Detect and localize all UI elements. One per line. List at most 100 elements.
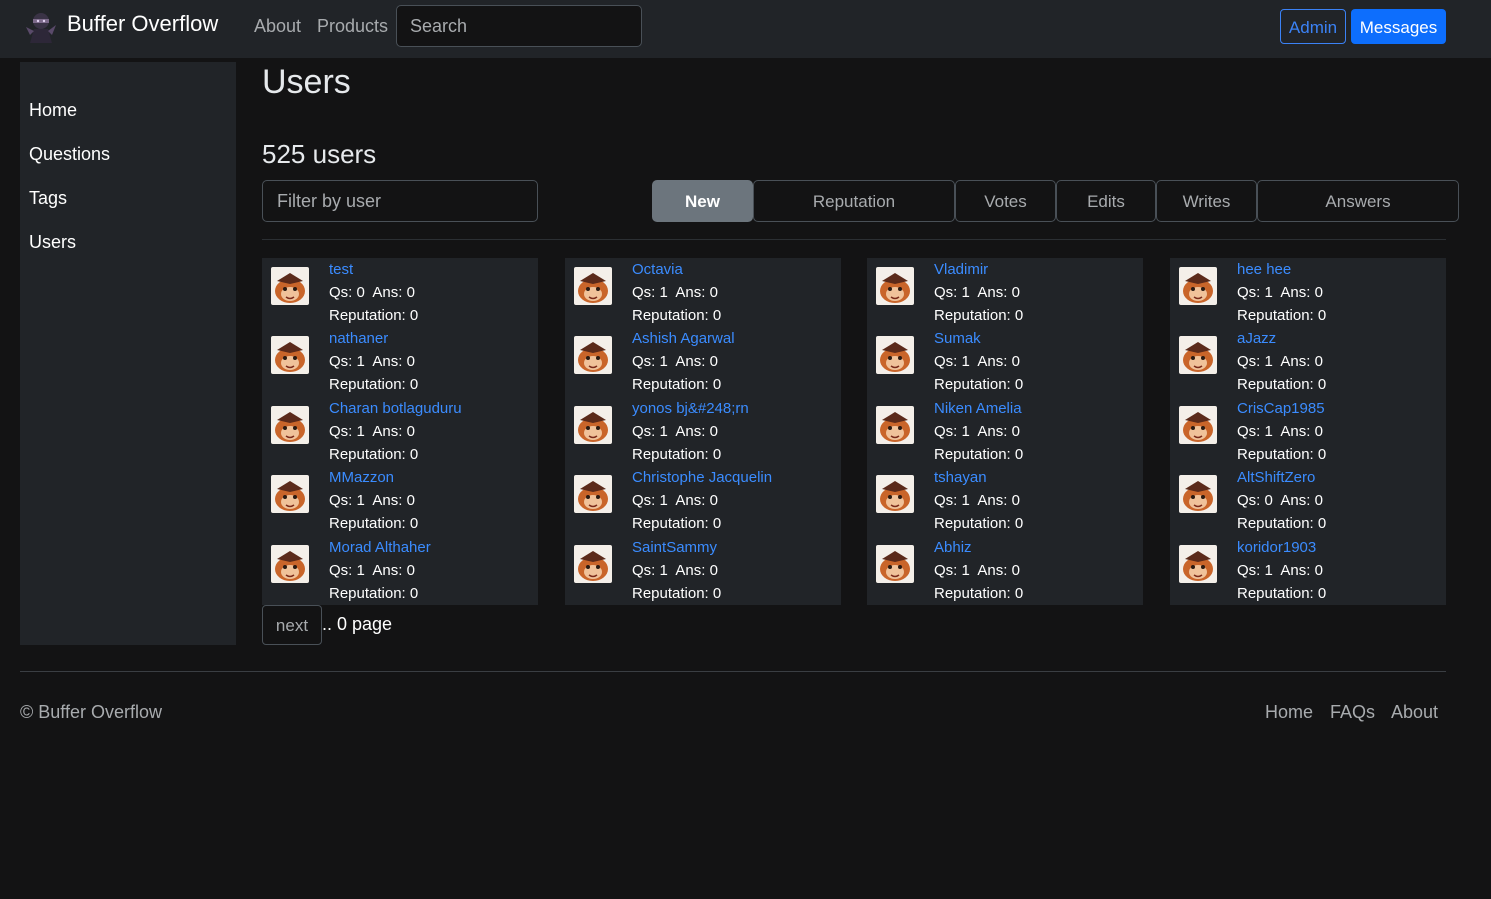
ans-label: Ans: — [977, 353, 1008, 371]
tab-answers[interactable]: Answers — [1257, 180, 1459, 222]
next-page-button[interactable]: next — [262, 605, 322, 645]
user-avatar-icon[interactable] — [876, 336, 914, 375]
user-avatar-icon[interactable] — [574, 475, 612, 514]
ans-value: 0 — [709, 353, 718, 371]
rep-value: 0 — [1014, 307, 1024, 324]
tab-reputation[interactable]: Reputation — [753, 180, 955, 222]
rep-value: 0 — [1014, 445, 1024, 463]
user-name-link[interactable]: Morad Althaher — [329, 539, 431, 556]
qs-value: 0 — [1264, 492, 1273, 510]
ans-label: Ans: — [1280, 561, 1311, 579]
brand-name[interactable]: Buffer Overflow — [67, 11, 218, 37]
user-avatar-icon[interactable] — [271, 475, 309, 514]
tab-edits[interactable]: Edits — [1056, 180, 1156, 222]
user-avatar-icon[interactable] — [876, 405, 914, 444]
user-avatar-icon[interactable] — [574, 405, 612, 444]
user-avatar-icon[interactable] — [574, 544, 612, 583]
user-name-link[interactable]: AltShiftZero — [1237, 469, 1315, 486]
user-name-link[interactable]: nathaner — [329, 330, 388, 347]
user-name-link[interactable]: hee hee — [1237, 261, 1291, 278]
user-card: SaintSammy Qs: 1 Ans: 0 Reputation: 0 — [565, 536, 841, 605]
user-avatar-icon[interactable] — [876, 544, 914, 583]
user-avatar-icon[interactable] — [1179, 405, 1217, 444]
user-name-link[interactable]: yonos bj&#248;rn — [632, 400, 749, 417]
ans-value: 0 — [1314, 284, 1323, 301]
qs-label: Qs: — [329, 284, 353, 301]
tab-writes[interactable]: Writes — [1156, 180, 1257, 222]
rep-label: Reputation: — [934, 376, 1011, 394]
ans-label: Ans: — [675, 492, 706, 510]
user-name-link[interactable]: Vladimir — [934, 261, 988, 278]
rep-label: Reputation: — [632, 307, 709, 324]
qs-value: 1 — [659, 353, 668, 371]
ans-value: 0 — [1314, 353, 1323, 371]
nav-about-link[interactable]: About — [254, 16, 301, 37]
admin-button[interactable]: Admin — [1280, 9, 1346, 44]
user-name-link[interactable]: aJazz — [1237, 330, 1276, 347]
user-name-link[interactable]: Charan botlaguduru — [329, 400, 462, 417]
user-name-link[interactable]: SaintSammy — [632, 539, 717, 556]
qs-value: 1 — [1264, 353, 1273, 371]
user-reputation: Reputation: 0 — [329, 307, 418, 324]
user-avatar-icon[interactable] — [876, 267, 914, 305]
rep-value: 0 — [1317, 445, 1327, 463]
user-name-link[interactable]: Octavia — [632, 261, 683, 278]
user-name-link[interactable]: test — [329, 261, 353, 278]
page-title: Users — [262, 63, 351, 101]
messages-button[interactable]: Messages — [1351, 9, 1446, 44]
user-name-link[interactable]: koridor1903 — [1237, 539, 1316, 556]
user-name-link[interactable]: MMazzon — [329, 469, 394, 486]
qs-label: Qs: — [934, 492, 958, 510]
user-avatar-icon[interactable] — [574, 267, 612, 305]
search-input[interactable] — [396, 5, 642, 47]
sidebar-item-home[interactable]: Home — [29, 100, 77, 121]
user-name-link[interactable]: Ashish Agarwal — [632, 330, 735, 347]
tab-votes[interactable]: Votes — [955, 180, 1056, 222]
rep-label: Reputation: — [1237, 376, 1314, 394]
user-reputation: Reputation: 0 — [632, 376, 721, 393]
user-avatar-icon[interactable] — [271, 267, 309, 305]
nav-products-link[interactable]: Products — [317, 16, 388, 37]
user-reputation: Reputation: 0 — [329, 515, 418, 532]
qs-label: Qs: — [329, 561, 353, 579]
user-name-link[interactable]: CrisCap1985 — [1237, 400, 1325, 417]
user-card: Charan botlaguduru Qs: 1 Ans: 0 Reputation… — [262, 397, 538, 466]
user-stats: Qs: 1 Ans: 0 — [934, 562, 1020, 579]
user-name-link[interactable]: Sumak — [934, 330, 981, 347]
user-avatar-icon[interactable] — [1179, 336, 1217, 375]
ans-label: Ans: — [372, 353, 403, 371]
user-name-link[interactable]: Christophe Jacquelin — [632, 469, 772, 486]
user-name-link[interactable]: tshayan — [934, 469, 987, 486]
user-avatar-icon[interactable] — [574, 336, 612, 375]
ans-value: 0 — [406, 492, 415, 510]
sidebar-item-tags[interactable]: Tags — [29, 188, 67, 209]
user-avatar-icon[interactable] — [876, 475, 914, 514]
ninja-logo-icon[interactable] — [22, 7, 60, 45]
footer-home-link[interactable]: Home — [1265, 702, 1313, 723]
user-name-link[interactable]: Abhiz — [934, 539, 972, 556]
tab-new[interactable]: New — [652, 180, 753, 222]
sidebar-item-questions[interactable]: Questions — [29, 144, 110, 165]
user-name-link[interactable]: Niken Amelia — [934, 400, 1022, 417]
rep-label: Reputation: — [934, 307, 1011, 324]
qs-label: Qs: — [1237, 422, 1261, 440]
user-avatar-icon[interactable] — [271, 336, 309, 375]
user-avatar-icon[interactable] — [271, 544, 309, 583]
top-navbar: Buffer Overflow About Products Admin Mes… — [0, 0, 1491, 58]
user-stats: Qs: 1 Ans: 0 — [1237, 423, 1323, 440]
footer-faqs-link[interactable]: FAQs — [1330, 702, 1375, 723]
footer-about-link[interactable]: About — [1391, 702, 1438, 723]
rep-value: 0 — [409, 584, 419, 602]
sidebar: Home Questions Tags Users — [20, 62, 236, 645]
user-avatar-icon[interactable] — [271, 405, 309, 444]
qs-value: 1 — [961, 561, 970, 579]
filter-user-input[interactable] — [262, 180, 538, 222]
sidebar-item-users[interactable]: Users — [29, 232, 76, 253]
user-avatar-icon[interactable] — [1179, 267, 1217, 305]
user-avatar-icon[interactable] — [1179, 544, 1217, 583]
ans-value: 0 — [406, 561, 415, 579]
user-avatar-icon[interactable] — [1179, 475, 1217, 514]
ans-label: Ans: — [977, 492, 1008, 510]
qs-value: 0 — [356, 284, 365, 301]
user-count: 525 users — [262, 139, 377, 169]
